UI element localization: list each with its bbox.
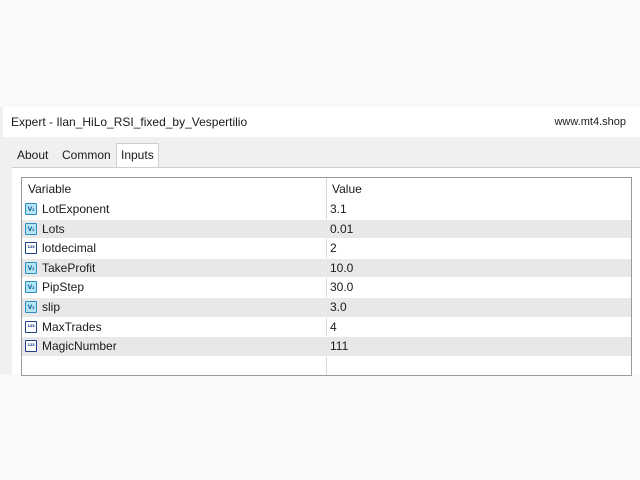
variable-value[interactable]: 3.1	[330, 200, 347, 219]
variable-value[interactable]: 4	[330, 318, 337, 337]
double-variable-icon: V₂	[25, 261, 37, 274]
double-variable-icon: V₂	[25, 281, 37, 294]
expert-properties-window: Expert - Ilan_HiLo_RSI_fixed_by_Vesperti…	[0, 107, 640, 376]
variable-value[interactable]: 3.0	[330, 298, 347, 317]
integer-variable-icon: ¹²³	[25, 340, 37, 353]
variable-value[interactable]: 10.0	[330, 259, 353, 278]
variable-value[interactable]: 0.01	[330, 220, 353, 239]
variable-name: TakeProfit	[42, 260, 96, 275]
variable-value[interactable]: 111	[330, 337, 348, 356]
tab-inputs[interactable]: Inputs	[116, 143, 159, 167]
double-variable-icon: V₂	[25, 222, 37, 235]
variable-value[interactable]: 2	[330, 239, 337, 258]
double-variable-icon: V₂	[25, 203, 37, 215]
integer-variable-icon: ¹²³	[25, 320, 37, 333]
table-row[interactable]: V₂ TakeProfit 10.0	[22, 258, 631, 279]
table-row[interactable]: V₂ slip 3.0	[22, 297, 631, 318]
variable-name: LotExponent	[42, 202, 110, 216]
title-bar[interactable]: Expert - Ilan_HiLo_RSI_fixed_by_Vesperti…	[3, 107, 640, 137]
tab-about[interactable]: About	[13, 145, 52, 165]
tab-inputs-label: Inputs	[121, 148, 154, 162]
table-row[interactable]: ¹²³ lotdecimal 2	[22, 239, 631, 259]
integer-variable-icon: ¹²³	[25, 242, 37, 255]
tab-common-label: Common	[62, 148, 111, 162]
variable-name: PipStep	[42, 280, 85, 295]
header-variable[interactable]: Variable	[28, 178, 71, 200]
double-variable-icon: V₂	[25, 300, 37, 313]
tab-about-label: About	[17, 148, 49, 162]
variable-name: MaxTrades	[42, 319, 102, 334]
inputs-table: Variable Value V₂ LotExponent 3.1 V₂ Lots 0.0…	[21, 177, 632, 376]
watermark-text: www.mt4.shop	[554, 116, 626, 128]
table-header: Variable Value	[22, 178, 631, 200]
window-title: Expert - Ilan_HiLo_RSI_fixed_by_Vesperti…	[11, 115, 248, 129]
table-row[interactable]: V₂ Lots 0.01	[22, 219, 631, 240]
table-row[interactable]: V₂ LotExponent 3.1	[22, 200, 631, 220]
table-row[interactable]: V₂ PipStep 30.0	[22, 278, 631, 298]
variable-name: Lots	[42, 221, 65, 236]
inputs-panel: Variable Value V₂ LotExponent 3.1 V₂ Lots 0.0…	[12, 167, 640, 376]
variable-name: slip	[42, 299, 61, 314]
tab-bar: About Common Inputs	[3, 143, 640, 167]
variable-name: MagicNumber	[42, 339, 117, 354]
table-row[interactable]: ¹²³ MaxTrades 4	[22, 318, 631, 338]
table-row[interactable]: ¹²³ MagicNumber 111	[22, 337, 631, 357]
header-value[interactable]: Value	[332, 178, 362, 200]
tab-common[interactable]: Common	[58, 145, 115, 165]
variable-name: lotdecimal	[42, 241, 97, 256]
table-body: V₂ LotExponent 3.1 V₂ Lots 0.01 ¹²³ lotdecimal 2…	[22, 200, 631, 357]
variable-value[interactable]: 30.0	[330, 278, 353, 297]
